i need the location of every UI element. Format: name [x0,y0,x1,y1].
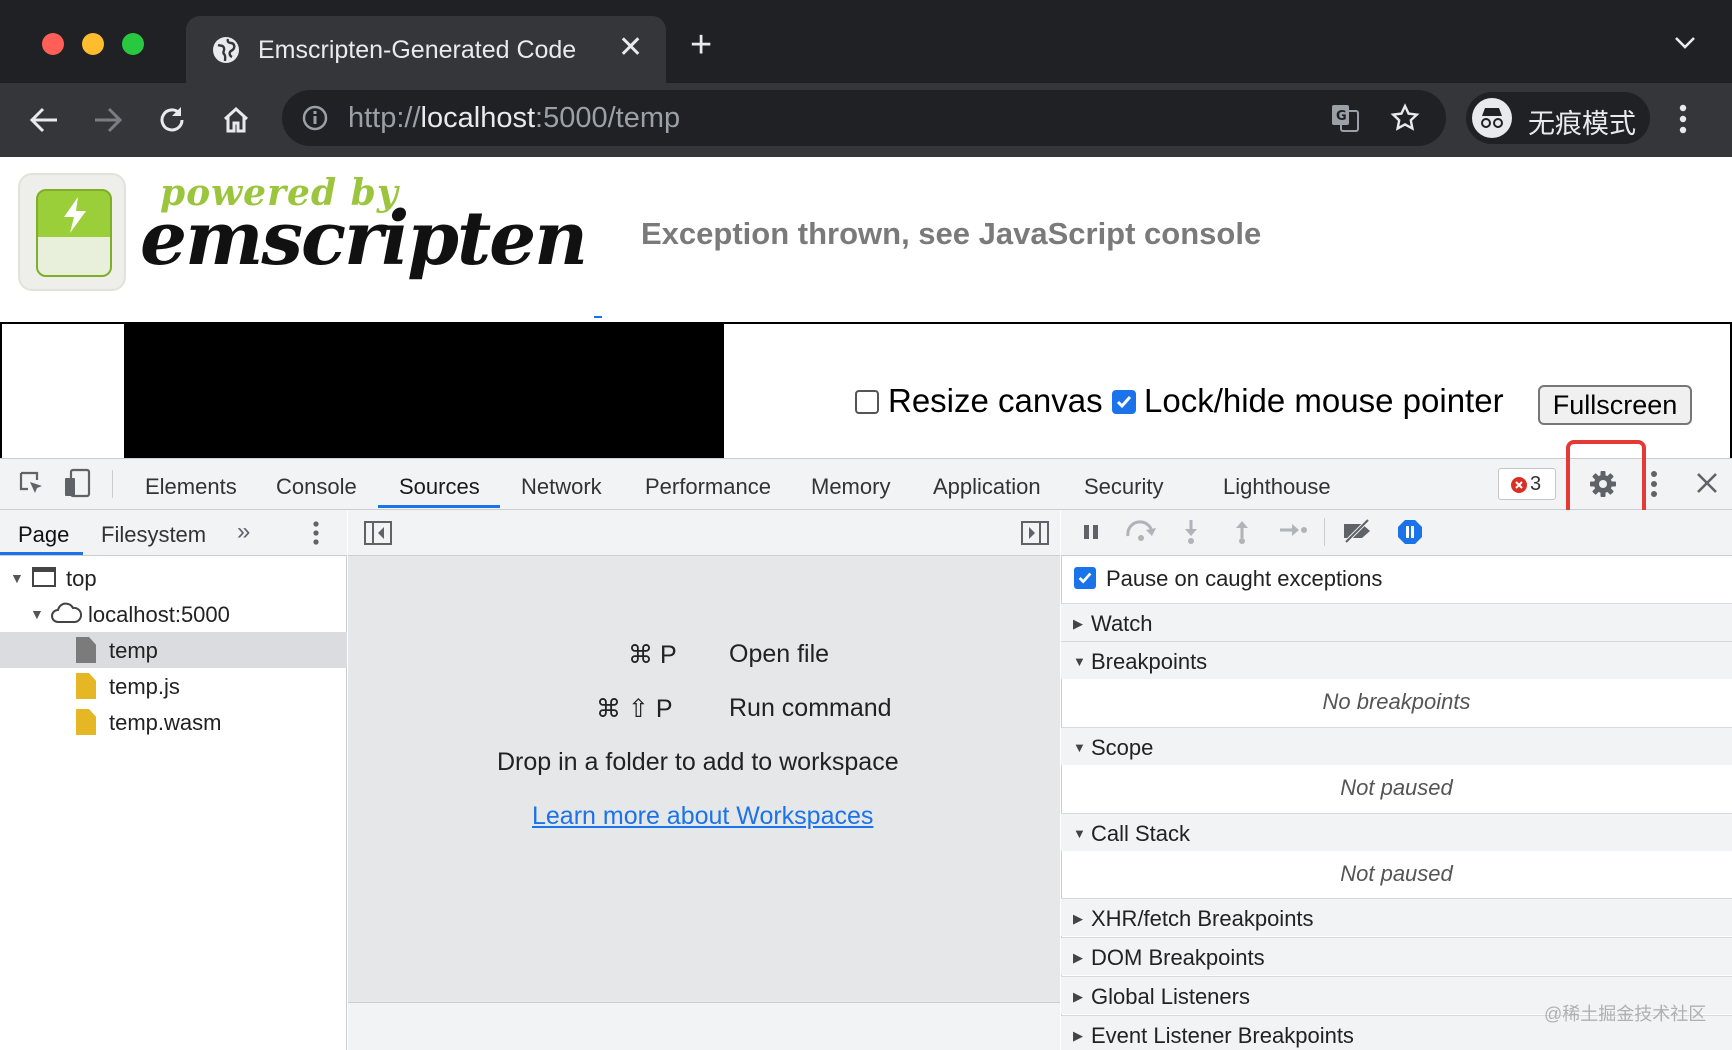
back-arrow-icon[interactable] [24,100,64,140]
tab-network[interactable]: Network [521,474,602,500]
section-callstack[interactable]: ▼ Call Stack [1061,813,1732,851]
editor-footer [348,1002,1060,1050]
run-command-shortcut: ⌘ ⇧ P [596,695,673,723]
watermark: @稀土掘金技术社区 [1544,1004,1707,1024]
toolbar-divider [112,470,113,498]
section-watch[interactable]: ▶ Watch [1061,603,1732,641]
reload-icon[interactable] [152,100,192,140]
run-command-label: Run command [729,694,892,722]
pause-caught-checkbox[interactable] [1074,567,1096,589]
lock-pointer-checkbox[interactable] [1112,390,1136,414]
pause-icon[interactable] [1081,522,1101,542]
cloud-icon [51,602,82,623]
section-scope[interactable]: ▼ Scope [1061,727,1732,765]
forward-arrow-icon[interactable] [88,100,128,140]
spinner-dash [594,316,602,318]
translate-icon[interactable]: G [1330,103,1360,133]
step-over-icon[interactable] [1124,518,1158,542]
close-window-button[interactable] [42,33,64,55]
incognito-badge[interactable]: 无痕模式 [1466,92,1650,144]
resize-canvas-label: Resize canvas [888,382,1103,419]
info-icon[interactable] [302,105,328,131]
address-bar[interactable]: http://localhost:5000/temp G [282,90,1446,146]
tab-elements[interactable]: Elements [145,474,237,500]
frame-icon [32,567,56,587]
emscripten-logo-icon [18,173,126,291]
tab-close-icon[interactable]: ✕ [618,30,643,65]
zoom-window-button[interactable] [122,33,144,55]
error-count: 3 [1530,473,1542,495]
tab-application[interactable]: Application [933,474,1041,500]
step-into-icon[interactable] [1181,518,1201,544]
tree-file-wasm[interactable]: temp.wasm [109,710,221,736]
sources-navigator [0,510,347,1050]
tree-item-top[interactable]: top [66,566,97,592]
error-count-badge[interactable]: 3 [1498,468,1556,500]
tab-performance[interactable]: Performance [645,474,771,500]
home-icon[interactable] [216,100,256,140]
globe-icon [213,37,239,63]
section-breakpoints[interactable]: ▼ Breakpoints [1061,641,1732,679]
browser-tab[interactable]: Emscripten-Generated Code ✕ [186,16,666,83]
tab-lighthouse[interactable]: Lighthouse [1223,474,1331,500]
svg-text:G: G [1336,109,1347,124]
section-xhr-breakpoints[interactable]: ▶ XHR/fetch Breakpoints [1061,898,1732,936]
expand-host-icon[interactable]: ▼ [30,606,44,622]
inspect-element-icon[interactable] [18,470,46,498]
status-message: Exception thrown, see JavaScript console [641,216,1262,251]
incognito-label: 无痕模式 [1528,109,1636,139]
navigator-menu-icon[interactable] [312,520,320,546]
open-file-label: Open file [729,640,830,668]
lock-pointer-label: Lock/hide mouse pointer [1144,382,1504,419]
drop-folder-text: Drop in a folder to add to workspace [497,748,899,776]
emscripten-canvas[interactable] [124,324,724,460]
error-icon [1511,477,1527,493]
incognito-icon [1472,98,1512,138]
step-out-icon[interactable] [1232,518,1252,544]
expand-top-icon[interactable]: ▼ [10,570,24,586]
pause-caught-label: Pause on caught exceptions [1106,566,1383,591]
new-tab-plus-icon[interactable]: + [690,26,712,64]
deactivate-breakpoints-icon[interactable] [1340,518,1376,544]
tree-file-js[interactable]: temp.js [109,674,180,700]
debugger-divider [1324,518,1325,546]
section-dom-breakpoints[interactable]: ▶ DOM Breakpoints [1061,937,1732,975]
subtab-page[interactable]: Page [18,522,69,548]
learn-workspaces-link[interactable]: Learn more about Workspaces [532,802,873,831]
minimize-window-button[interactable] [82,33,104,55]
tab-title: Emscripten-Generated Code [258,36,577,64]
selected-file-row [0,632,347,668]
browser-menu-icon[interactable] [1678,104,1688,134]
logo-wordmark: emscripten [140,196,588,282]
toggle-debugger-icon[interactable] [1021,521,1049,545]
url-text: http://localhost:5000/temp [348,102,681,134]
no-breakpoints-text: No breakpoints [1322,689,1471,714]
tab-memory[interactable]: Memory [811,474,890,500]
tab-sources[interactable]: Sources [399,474,480,500]
step-icon[interactable] [1278,520,1308,540]
callstack-not-paused: Not paused [1340,861,1453,886]
tab-console[interactable]: Console [276,474,357,500]
toggle-navigator-icon[interactable] [364,521,392,545]
active-tab-indicator [378,505,500,508]
open-file-shortcut: ⌘ P [628,641,677,669]
resize-canvas-checkbox[interactable] [855,390,879,414]
scope-not-paused: Not paused [1340,775,1453,800]
tab-security[interactable]: Security [1084,474,1163,500]
bookmark-star-icon[interactable] [1390,103,1420,133]
editor-toolbar [348,510,1060,556]
more-tabs-chevron-icon[interactable]: » [237,518,250,546]
subtab-filesystem[interactable]: Filesystem [101,522,206,548]
subtab-indicator [0,552,83,555]
close-devtools-icon[interactable] [1696,472,1718,494]
pause-on-exceptions-icon[interactable] [1396,518,1424,546]
tree-file-temp[interactable]: temp [109,638,158,664]
tree-item-host[interactable]: localhost:5000 [88,602,230,628]
devtools-menu-icon[interactable] [1649,470,1659,498]
chevron-down-icon[interactable] [1674,36,1696,50]
editor-area [348,510,1060,1050]
device-toolbar-icon[interactable] [62,468,92,498]
fullscreen-button[interactable]: Fullscreen [1538,385,1692,425]
